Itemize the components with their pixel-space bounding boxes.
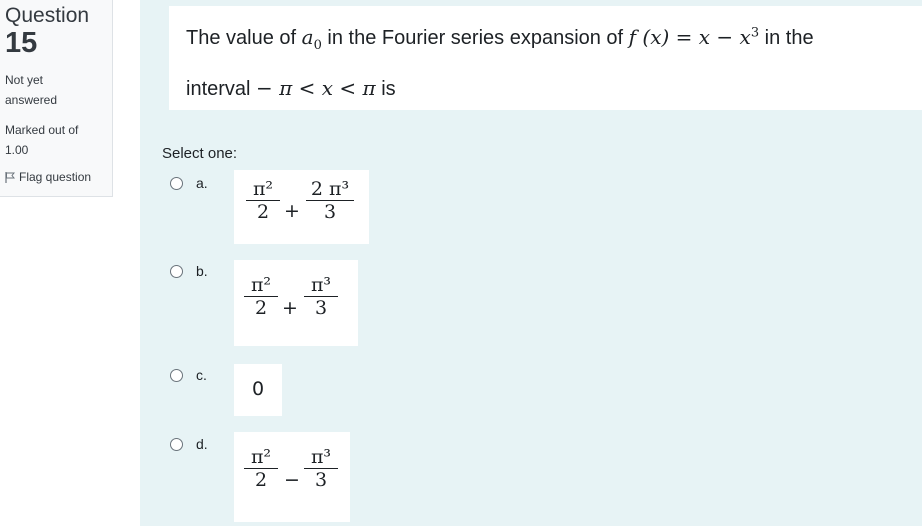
select-one-label: Select one: <box>162 145 238 162</box>
marked-out-of-value: 1.00 <box>5 143 29 157</box>
fraction-d2: π³ 3 <box>304 446 338 491</box>
option-b-math: π² 2 + π³ 3 <box>234 260 358 346</box>
operator-b: + <box>282 297 298 319</box>
question-text-is: is <box>375 78 396 100</box>
option-letter-a: a. <box>196 175 208 191</box>
denominator-b2: 3 <box>314 297 328 319</box>
question-text-suffix: in the <box>759 27 814 49</box>
radio-option-d[interactable] <box>170 438 183 451</box>
fraction-a1: π² 2 <box>246 178 280 223</box>
question-text-line2: interval − π < x < π is <box>186 76 396 101</box>
numerator-d2: π³ <box>310 446 332 468</box>
numerator-b1: π² <box>250 274 272 296</box>
fraction-b1: π² 2 <box>244 274 278 319</box>
question-text-interval: interval <box>186 78 257 100</box>
marked-out-of-label: Marked out of <box>5 123 79 137</box>
question-state-line2: answered <box>5 93 58 107</box>
operator-d: − <box>284 469 300 491</box>
operator-a: + <box>284 200 300 222</box>
numerator-a1: π² <box>252 178 274 200</box>
denominator-d2: 3 <box>314 469 328 491</box>
flag-question-label: Flag question <box>19 170 92 184</box>
denominator-d1: 2 <box>254 469 268 491</box>
numerator-a2: 2 π³ <box>310 178 350 200</box>
math-sub-0: 0 <box>313 38 322 53</box>
denominator-a2: 3 <box>323 201 337 223</box>
option-letter-b: b. <box>196 263 208 279</box>
question-content: The value of a0 in the Fourier series ex… <box>140 0 922 526</box>
option-d-math: π² 2 − π³ 3 <box>234 432 350 522</box>
option-c-math: 0 <box>234 364 282 416</box>
question-state-line1: Not yet <box>5 73 44 87</box>
question-text-mid: in the Fourier series expansion of <box>321 27 629 49</box>
math-interval: − π < x < π <box>256 76 376 100</box>
question-text-line1: The value of a0 in the Fourier series ex… <box>186 25 814 53</box>
fraction-b2: π³ 3 <box>304 274 338 319</box>
fraction-d1: π² 2 <box>244 446 278 491</box>
question-text: The value of a0 in the Fourier series ex… <box>169 6 922 110</box>
option-a-math: π² 2 + 2 π³ 3 <box>234 170 369 244</box>
question-text-prefix: The value of <box>186 27 302 49</box>
option-letter-d: d. <box>196 436 208 452</box>
math-exponent: 3 <box>750 25 760 41</box>
radio-option-b[interactable] <box>170 265 183 278</box>
numerator-b2: π³ <box>310 274 332 296</box>
question-number: 15 <box>5 27 38 59</box>
flag-question-link[interactable]: Flag question <box>5 170 91 184</box>
fraction-a2: 2 π³ 3 <box>306 178 354 223</box>
radio-option-c[interactable] <box>170 369 183 382</box>
question-info-panel: Question 15 Not yet answered Marked out … <box>0 0 113 197</box>
numerator-d1: π² <box>250 446 272 468</box>
denominator-a1: 2 <box>256 201 270 223</box>
math-var-a: a <box>301 25 314 49</box>
denominator-b1: 2 <box>254 297 268 319</box>
math-function: f (x) = x − x <box>628 25 751 49</box>
option-c-value: 0 <box>252 378 265 400</box>
radio-option-a[interactable] <box>170 177 183 190</box>
flag-icon <box>5 172 16 184</box>
question-label: Question <box>5 4 90 27</box>
option-letter-c: c. <box>196 367 207 383</box>
